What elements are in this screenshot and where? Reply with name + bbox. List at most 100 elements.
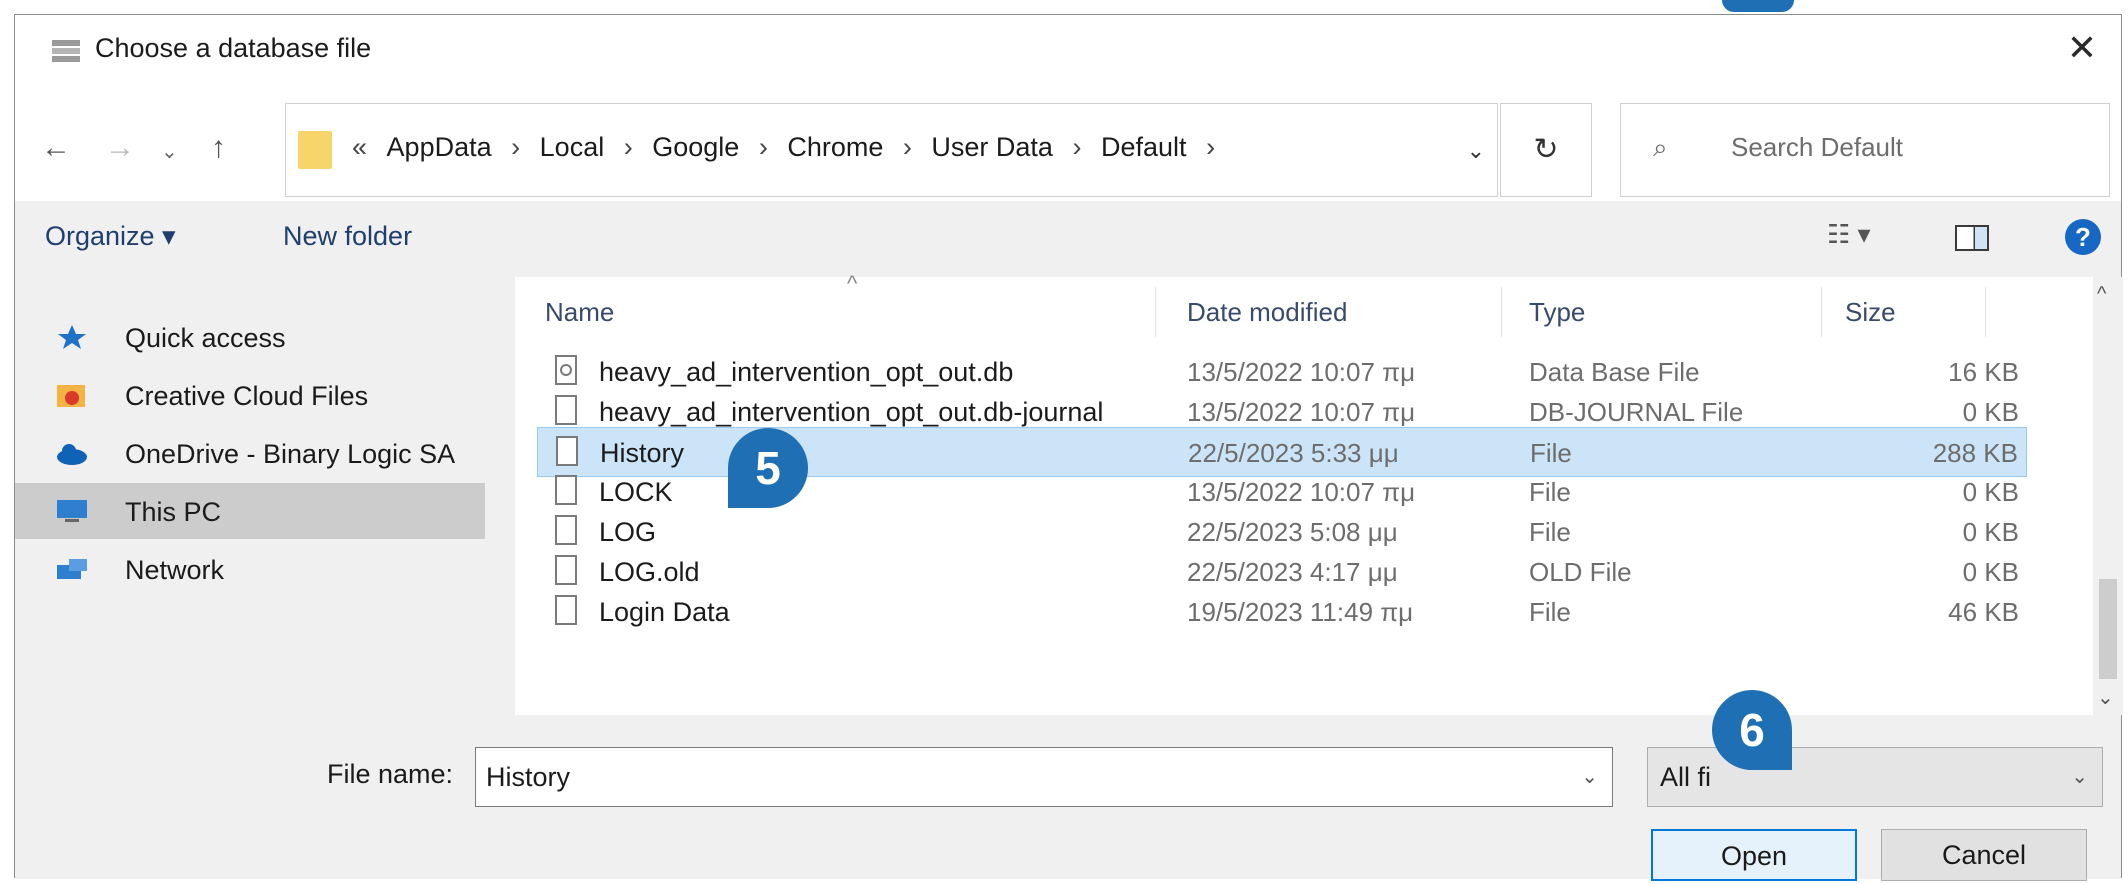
- breadcrumb-google[interactable]: Google: [652, 132, 739, 162]
- file-name-label: File name:: [327, 759, 454, 789]
- organize-button[interactable]: Organize ▾: [45, 221, 176, 252]
- file-row[interactable]: Login Data 19/5/2023 11:49 πμ File 46 KB: [537, 587, 2027, 637]
- column-divider[interactable]: [1821, 287, 1822, 337]
- breadcrumb-default[interactable]: Default: [1101, 132, 1187, 162]
- breadcrumb-separator[interactable]: ›: [1072, 132, 1081, 162]
- column-divider[interactable]: [1155, 287, 1156, 337]
- sidebar-item-label: This PC: [125, 497, 222, 527]
- creative-cloud-icon: [57, 385, 85, 407]
- sidebar-item-quick-access[interactable]: Quick access: [15, 309, 485, 365]
- title-bar: Choose a database file ✕: [15, 15, 2121, 89]
- sidebar-item-label: Creative Cloud Files: [125, 381, 369, 411]
- sidebar-item-label: Network: [125, 555, 225, 585]
- file-name: heavy_ad_intervention_opt_out.db-journal: [599, 397, 1104, 427]
- close-button[interactable]: ✕: [2057, 23, 2107, 73]
- chevron-down-icon[interactable]: ⌄: [1581, 764, 1598, 789]
- file-size: 46 KB: [1948, 597, 2019, 627]
- computer-icon: [57, 500, 87, 522]
- address-dropdown-icon[interactable]: ⌄: [1467, 138, 1485, 164]
- network-icon: [57, 559, 87, 579]
- file-date: 13/5/2022 10:07 πμ: [1187, 357, 1416, 387]
- file-name-value[interactable]: History: [486, 762, 570, 793]
- scroll-up-icon[interactable]: ^: [2097, 283, 2106, 306]
- refresh-button[interactable]: ↻: [1500, 103, 1592, 197]
- column-header-type[interactable]: Type: [1529, 297, 1585, 328]
- file-type-filter-value: All fi: [1660, 762, 1712, 792]
- search-box[interactable]: ⌕ Search Default: [1620, 103, 2110, 197]
- breadcrumb-appdata[interactable]: AppData: [387, 132, 492, 162]
- step-6-callout: 6: [1712, 690, 1792, 770]
- file-icon: [555, 395, 577, 425]
- sidebar-item-onedrive[interactable]: OneDrive - Binary Logic SA: [15, 425, 485, 481]
- breadcrumb-local[interactable]: Local: [540, 132, 605, 162]
- column-header-date[interactable]: Date modified: [1187, 297, 1347, 328]
- column-header-size[interactable]: Size: [1845, 297, 1896, 328]
- refresh-icon: ↻: [1533, 133, 1559, 166]
- new-folder-button[interactable]: New folder: [283, 221, 412, 252]
- file-type: File: [1529, 477, 1571, 507]
- dialog-footer: File name: History ⌄ All fi ⌄ Open Cance…: [15, 715, 2121, 881]
- file-date: 13/5/2022 10:07 πμ: [1187, 397, 1416, 427]
- cloud-icon: [57, 444, 87, 465]
- file-type: Data Base File: [1529, 357, 1700, 387]
- callout-partial-marker: [1722, 0, 1794, 12]
- file-icon: [556, 436, 578, 466]
- search-input[interactable]: Search Default: [1731, 132, 1903, 163]
- breadcrumb-user-data[interactable]: User Data: [931, 132, 1053, 162]
- folder-icon: [298, 131, 332, 169]
- breadcrumb-separator[interactable]: ›: [903, 132, 912, 162]
- scroll-down-icon[interactable]: ⌄: [2097, 685, 2114, 710]
- file-size: 0 KB: [1962, 517, 2019, 547]
- file-size: 0 KB: [1962, 397, 2019, 427]
- sidebar-item-network[interactable]: Network: [15, 541, 485, 597]
- breadcrumb-chrome[interactable]: Chrome: [787, 132, 883, 162]
- file-type: File: [1529, 517, 1571, 547]
- file-name: heavy_ad_intervention_opt_out.db: [599, 357, 1014, 387]
- navigation-pane: Quick access Creative Cloud Files OneDri…: [15, 277, 503, 715]
- column-divider[interactable]: [1985, 287, 1986, 337]
- sidebar-item-creative-cloud[interactable]: Creative Cloud Files: [15, 367, 485, 423]
- preview-pane-icon[interactable]: [1955, 225, 1989, 251]
- file-size: 288 KB: [1932, 438, 2018, 468]
- step-5-callout: 5: [728, 428, 808, 508]
- breadcrumb-separator[interactable]: ›: [759, 132, 768, 162]
- file-size: 0 KB: [1962, 477, 2019, 507]
- breadcrumb-separator[interactable]: ›: [1206, 132, 1215, 162]
- file-type: OLD File: [1529, 557, 1632, 587]
- change-view-button[interactable]: ☷ ▾: [1827, 219, 1871, 250]
- file-name-field[interactable]: History ⌄: [475, 747, 1613, 807]
- file-name: Login Data: [599, 597, 730, 627]
- file-date: 22/5/2023 5:33 μμ: [1188, 438, 1399, 468]
- forward-button[interactable]: →: [105, 131, 135, 165]
- database-file-icon: [555, 355, 577, 385]
- file-size: 16 KB: [1948, 357, 2019, 387]
- cancel-button[interactable]: Cancel: [1881, 829, 2087, 881]
- back-button[interactable]: ←: [41, 131, 71, 165]
- column-divider[interactable]: [1501, 287, 1502, 337]
- breadcrumb-separator[interactable]: ›: [511, 132, 520, 162]
- navigation-bar: ← → ⌄ ↑ « AppData › Local › Google › Chr…: [15, 89, 2121, 201]
- file-type-filter[interactable]: All fi ⌄: [1647, 747, 2103, 807]
- star-icon: [58, 325, 86, 349]
- sidebar-item-this-pc[interactable]: This PC: [15, 483, 485, 539]
- file-date: 22/5/2023 4:17 μμ: [1187, 557, 1398, 587]
- up-button[interactable]: ↑: [211, 131, 226, 165]
- dialog-title: Choose a database file: [95, 33, 372, 63]
- command-bar: Organize ▾ New folder ☷ ▾ ?: [15, 201, 2121, 277]
- chevron-down-icon[interactable]: ⌄: [2071, 764, 2088, 789]
- scrollbar-thumb[interactable]: [2099, 579, 2117, 679]
- vertical-scrollbar[interactable]: ^ ⌄: [2093, 277, 2123, 715]
- column-header-name[interactable]: Name: [545, 297, 614, 328]
- help-icon[interactable]: ?: [2065, 219, 2101, 255]
- breadcrumb-overflow[interactable]: «: [352, 132, 367, 162]
- sidebar-item-label: Quick access: [125, 323, 286, 353]
- breadcrumb-separator[interactable]: ›: [624, 132, 633, 162]
- recent-locations-button[interactable]: ⌄: [161, 139, 178, 164]
- file-icon: [555, 555, 577, 585]
- file-date: 13/5/2022 10:07 πμ: [1187, 477, 1416, 507]
- address-bar[interactable]: « AppData › Local › Google › Chrome › Us…: [285, 103, 1498, 197]
- file-date: 19/5/2023 11:49 πμ: [1187, 597, 1414, 627]
- open-button[interactable]: Open: [1651, 829, 1857, 881]
- file-type: File: [1530, 438, 1572, 468]
- file-icon: [555, 515, 577, 545]
